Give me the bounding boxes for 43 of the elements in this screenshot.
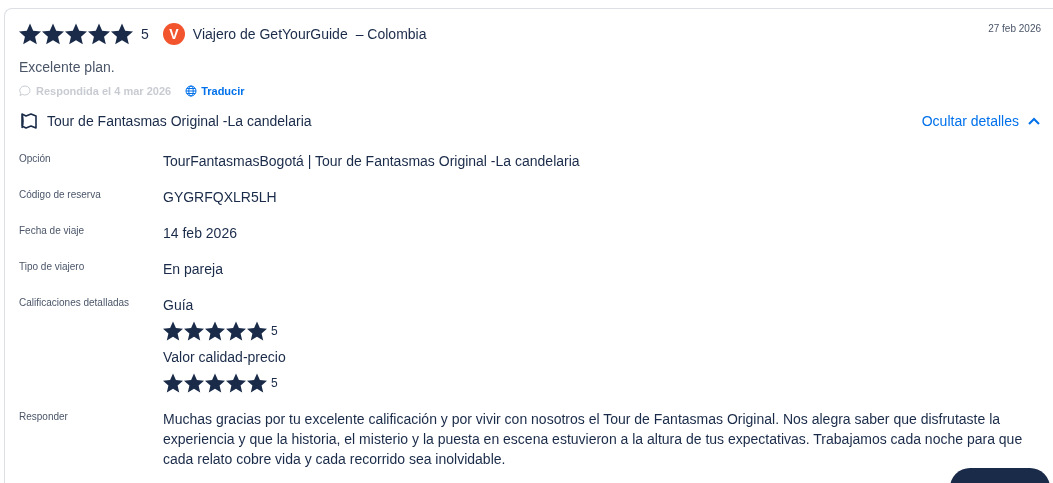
detail-value: En pareja	[163, 260, 224, 279]
star-icon	[184, 321, 204, 341]
rating-category: Valor calidad-precio	[163, 348, 287, 367]
star-icon	[19, 23, 41, 45]
rating-number: 5	[271, 324, 278, 338]
detail-value: 14 feb 2026	[163, 224, 238, 243]
globe-icon	[185, 85, 198, 97]
detail-label: Tipo de viajero	[19, 261, 86, 272]
detail-label: Responder	[19, 411, 69, 422]
detail-label: Código de reserva	[19, 189, 102, 200]
star-icon	[205, 373, 225, 393]
star-icon	[247, 321, 267, 341]
star-icon	[88, 23, 110, 45]
star-icon	[163, 373, 183, 393]
detail-value: TourFantasmasBogotá | Tour de Fantasmas Original -La candelaria	[163, 152, 581, 171]
chevron-icon	[1027, 116, 1041, 126]
detail-label: Fecha de viaje	[19, 225, 86, 236]
map-icon	[19, 111, 39, 131]
star-icon	[226, 373, 246, 393]
rating-number: 5	[271, 376, 278, 390]
rating-category: Guía	[163, 296, 195, 315]
comment-icon	[19, 85, 31, 97]
star-icon	[205, 321, 225, 341]
review-text: Excelente plan.	[19, 59, 116, 75]
translate-link[interactable]: Traducir	[185, 85, 245, 97]
star-icon	[247, 373, 267, 393]
star-icon	[163, 321, 183, 341]
author-name: Viajero de GetYourGuide	[192, 26, 348, 42]
star-icon	[226, 321, 246, 341]
detail-value: Muchas gracias por tu excelente calificación y por vivir con nosotros el Tour de Fantasmas Original. Nos alegra saber que disfrutaste la experiencia y que la historia, el misterio y la puesta en escena estuvieron a la altura de tus expectativas. Trabajamos cada noche para que cada relato cobre vida y cada recorrido sea inolvidable.	[163, 410, 1024, 469]
detail-label: Opción	[19, 153, 52, 164]
author-country: – Colombia	[355, 26, 427, 42]
toggle-details-button[interactable]: Ocultar detalles	[921, 113, 1041, 129]
avatar: V	[162, 23, 185, 45]
star-icon	[42, 23, 64, 45]
rating-number: 5	[141, 26, 149, 42]
star-icon	[111, 23, 133, 45]
star-icon	[184, 373, 204, 393]
review-date: 27 feb 2026	[988, 23, 1041, 34]
star-icon	[65, 23, 87, 45]
detail-label: Calificaciones detalladas	[19, 297, 131, 308]
activity-title: Tour de Fantasmas Original -La candelaria	[47, 113, 312, 129]
detail-value: GYGRFQXLR5LH	[163, 188, 278, 207]
